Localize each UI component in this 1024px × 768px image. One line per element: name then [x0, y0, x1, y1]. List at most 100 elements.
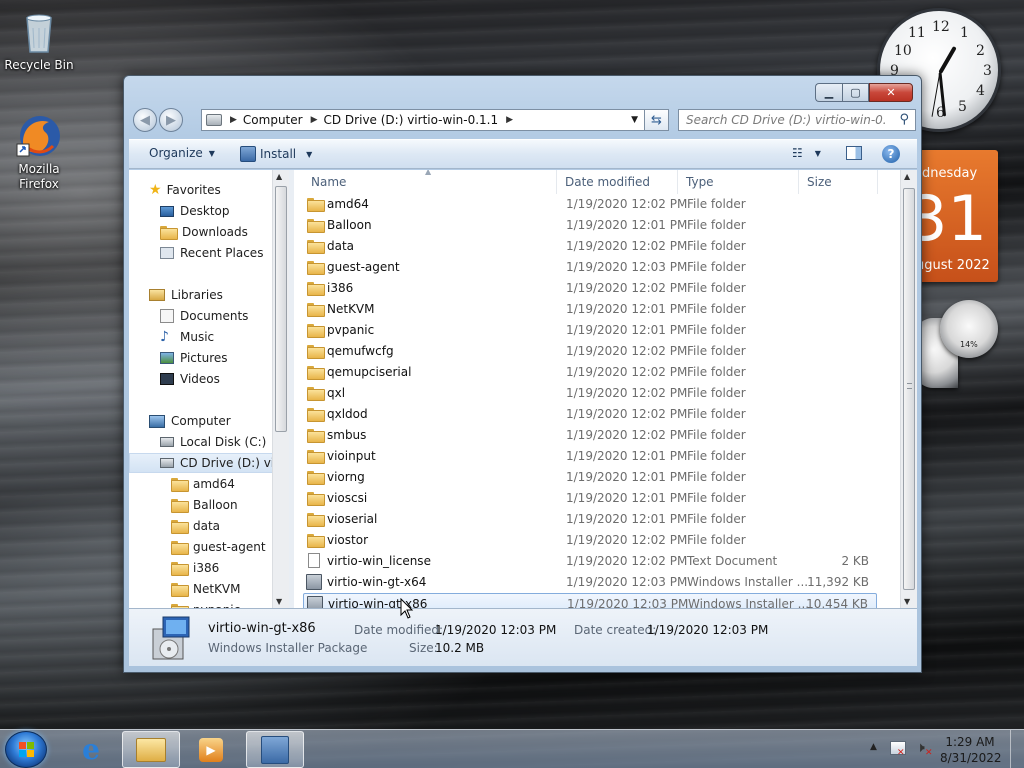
breadcrumb-computer[interactable]: Computer: [243, 113, 303, 127]
file-row[interactable]: virtio-win-gt-x86 1/19/2020 12:03 PM Windo…: [303, 593, 877, 608]
nav-videos[interactable]: Videos: [160, 369, 220, 389]
taskbar-media-player[interactable]: ▶: [182, 731, 240, 768]
file-type: File folder: [687, 218, 746, 232]
file-list-scrollbar[interactable]: ▲ ▼: [900, 170, 917, 608]
file-row[interactable]: qemupciserial 1/19/2020 12:02 PM File fold…: [303, 362, 877, 382]
scroll-thumb[interactable]: [903, 188, 915, 590]
file-row[interactable]: smbus 1/19/2020 12:02 PM File folder: [303, 425, 877, 445]
maximize-button[interactable]: ▢: [842, 83, 869, 102]
back-button[interactable]: ◀: [133, 108, 157, 132]
nav-favorites[interactable]: ★ Favorites: [149, 180, 221, 200]
show-hidden-icons-icon[interactable]: ▲: [870, 742, 877, 752]
navigation-pane[interactable]: ★ Favorites Desktop Downloads Recent Pla…: [129, 170, 289, 608]
scroll-up-arrow-icon[interactable]: ▲: [904, 172, 910, 181]
nav-cd-drive[interactable]: CD Drive (D:) virt: [129, 453, 289, 473]
nav-pictures[interactable]: Pictures: [160, 348, 228, 368]
install-button[interactable]: Install ▼: [240, 146, 312, 162]
view-options-button[interactable]: ☷ ▼: [792, 146, 821, 160]
column-header-name[interactable]: Name ▲: [303, 170, 557, 194]
minimize-button[interactable]: ▁: [815, 83, 842, 102]
column-header-date[interactable]: Date modified: [557, 170, 678, 194]
file-row[interactable]: vioserial 1/19/2020 12:01 PM File folder: [303, 509, 877, 529]
search-input[interactable]: [686, 113, 886, 127]
nav-documents[interactable]: Documents: [160, 306, 248, 326]
tray-time[interactable]: 1:29 AM: [940, 735, 1000, 749]
folder-icon: [307, 303, 325, 317]
calendar-gadget[interactable]: ednesday 31 ugust 2022: [918, 150, 998, 282]
search-box[interactable]: ⚲: [678, 109, 916, 131]
show-desktop-button[interactable]: [1010, 730, 1024, 768]
file-row[interactable]: viorng 1/19/2020 12:01 PM File folder: [303, 467, 877, 487]
column-header-type[interactable]: Type: [678, 170, 799, 194]
network-warning-icon[interactable]: ✕: [897, 748, 905, 758]
file-row[interactable]: qxl 1/19/2020 12:02 PM File folder: [303, 383, 877, 403]
file-row[interactable]: NetKVM 1/19/2020 12:01 PM File folder: [303, 299, 877, 319]
tray-date[interactable]: 8/31/2022: [940, 751, 1002, 765]
breadcrumb-separator-icon[interactable]: ▶: [506, 115, 513, 125]
preview-pane-button[interactable]: [846, 146, 862, 160]
file-row[interactable]: amd64 1/19/2020 12:02 PM File folder: [303, 194, 877, 214]
nav-folder-amd64[interactable]: amd64: [171, 474, 235, 494]
forward-button[interactable]: ▶: [159, 108, 183, 132]
nav-folder-i386[interactable]: i386: [171, 558, 219, 578]
start-button[interactable]: [5, 731, 47, 768]
file-row[interactable]: virtio-win-gt-x64 1/19/2020 12:03 PM Windo…: [303, 572, 877, 592]
nav-recent-places[interactable]: Recent Places: [160, 243, 263, 263]
organize-menu-button[interactable]: Organize ▼: [149, 146, 215, 160]
calendar-date: 31: [918, 182, 987, 255]
file-row[interactable]: vioinput 1/19/2020 12:01 PM File folder: [303, 446, 877, 466]
scroll-down-arrow-icon[interactable]: ▼: [904, 597, 910, 606]
folder-icon: [171, 499, 189, 513]
file-row[interactable]: data 1/19/2020 12:02 PM File folder: [303, 236, 877, 256]
nav-desktop[interactable]: Desktop: [160, 201, 230, 221]
taskbar-internet-explorer[interactable]: e: [62, 731, 120, 768]
nav-label: Libraries: [171, 288, 223, 302]
nav-folder-data[interactable]: data: [171, 516, 220, 536]
breadcrumb-separator-icon[interactable]: ▶: [311, 115, 318, 125]
file-row[interactable]: guest-agent 1/19/2020 12:03 PM File folder: [303, 257, 877, 277]
file-row[interactable]: viostor 1/19/2020 12:02 PM File folder: [303, 530, 877, 550]
file-row[interactable]: qemufwcfg 1/19/2020 12:02 PM File folder: [303, 341, 877, 361]
nav-folder-balloon[interactable]: Balloon: [171, 495, 238, 515]
details-pane: virtio-win-gt-x86 Windows Installer Pack…: [129, 608, 917, 666]
scroll-up-arrow-icon[interactable]: ▲: [276, 172, 282, 181]
file-row[interactable]: virtio-win_license 1/19/2020 12:02 PM Text…: [303, 551, 877, 571]
nav-local-disk[interactable]: Local Disk (C:): [160, 432, 266, 452]
help-button[interactable]: ?: [882, 145, 900, 163]
memory-meter-gadget[interactable]: 14%: [940, 300, 998, 358]
refresh-button[interactable]: ⇆: [645, 109, 669, 131]
nav-folder-pvpanic[interactable]: pvpanic: [171, 600, 240, 608]
recycle-bin-desktop-icon[interactable]: Recycle Bin: [1, 8, 77, 73]
navigation-scrollbar[interactable]: ▲ ▼: [272, 170, 289, 608]
firefox-desktop-icon[interactable]: Mozilla Firefox: [1, 112, 77, 192]
file-row[interactable]: qxldod 1/19/2020 12:02 PM File folder: [303, 404, 877, 424]
nav-music[interactable]: ♪ Music: [160, 327, 214, 347]
scroll-thumb[interactable]: [275, 186, 287, 432]
address-dropdown-icon[interactable]: ▼: [631, 115, 638, 125]
installer-icon: [261, 735, 289, 764]
file-row[interactable]: Balloon 1/19/2020 12:01 PM File folder: [303, 215, 877, 235]
nav-computer[interactable]: Computer: [149, 411, 231, 431]
file-row[interactable]: pvpanic 1/19/2020 12:01 PM File folder: [303, 320, 877, 340]
taskbar-windows-explorer[interactable]: [122, 731, 180, 768]
volume-muted-icon[interactable]: 🕨: [916, 740, 925, 756]
taskbar-installer[interactable]: [246, 731, 304, 768]
address-bar[interactable]: ▶ Computer ▶ CD Drive (D:) virtio-win-0.…: [201, 109, 645, 131]
nav-libraries[interactable]: Libraries: [149, 285, 223, 305]
file-row[interactable]: i386 1/19/2020 12:02 PM File folder: [303, 278, 877, 298]
details-file-name: virtio-win-gt-x86: [208, 621, 316, 636]
file-row[interactable]: vioscsi 1/19/2020 12:01 PM File folder: [303, 488, 877, 508]
nav-folder-guest-agent[interactable]: guest-agent: [171, 537, 266, 557]
breadcrumb-separator-icon[interactable]: ▶: [230, 115, 237, 125]
close-button[interactable]: ✕: [869, 83, 913, 102]
scroll-down-arrow-icon[interactable]: ▼: [276, 597, 282, 606]
column-header-size[interactable]: Size: [799, 170, 878, 194]
file-list[interactable]: Name ▲ Date modified Type Size amd64 1/19…: [294, 170, 917, 608]
folder-icon: [307, 387, 325, 401]
breadcrumb-cd-drive[interactable]: CD Drive (D:) virtio-win-0.1.1: [324, 113, 499, 127]
nav-downloads[interactable]: Downloads: [160, 222, 248, 242]
nav-folder-netkvm[interactable]: NetKVM: [171, 579, 241, 599]
explorer-window[interactable]: ▁ ▢ ✕ ◀ ▶ ▶ Computer ▶ CD Drive (D:) vir…: [123, 75, 922, 673]
search-icon[interactable]: ⚲: [899, 112, 909, 127]
clock-number: 12: [932, 19, 950, 35]
